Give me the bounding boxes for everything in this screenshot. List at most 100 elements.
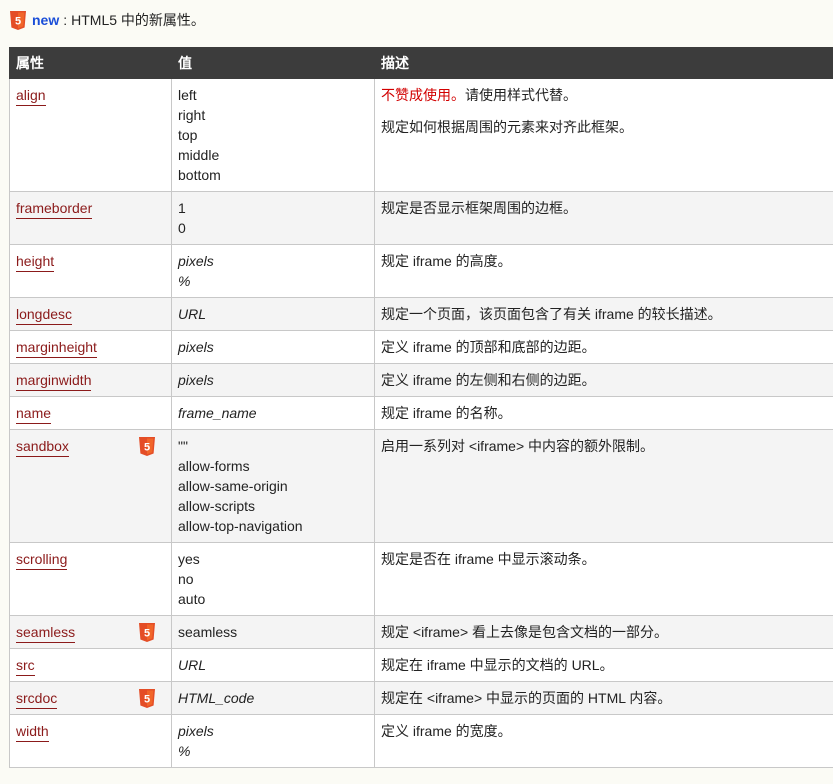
table-row: marginwidth pixels 定义 iframe 的左侧和右侧的边距。 [9,363,833,397]
svg-text:5: 5 [144,694,150,706]
deprecated-warning: 不赞成使用。 [381,87,465,103]
attribute-link-align[interactable]: align [16,87,46,106]
description-text: 规定是否显示框架周围的边框。 [381,200,577,216]
description-text: 规定一个页面，该页面包含了有关 iframe 的较长描述。 [381,306,722,322]
description-cell: 定义 iframe 的宽度。 [374,714,833,768]
description-cell: 不赞成使用。请使用样式代替。规定如何根据周围的元素来对齐此框架。 [374,78,833,192]
attribute-link-srcdoc[interactable]: srcdoc [16,690,58,709]
value-cell: 10 [171,191,375,245]
description-text-secondary: 规定如何根据周围的元素来对齐此框架。 [381,119,633,135]
value-item: pixels [178,372,214,388]
value-item: % [178,273,191,289]
attribute-cell: scrolling [9,542,172,616]
legend-text: HTML5 中的新属性。 [71,12,205,28]
table-header-row: 属性 值 描述 [9,47,833,79]
value-cell: pixels [171,330,375,364]
value-item: no [178,571,194,587]
attribute-link-src[interactable]: src [16,657,35,676]
table-row: scrolling yes no auto 规定是否在 iframe 中显示滚动条。 [9,542,833,616]
value-item: auto [178,591,206,607]
description-text: 定义 iframe 的左侧和右侧的边距。 [381,372,596,388]
attribute-cell: frameborder [9,191,172,245]
value-cell: URL [171,648,375,682]
attribute-link-width[interactable]: width [16,723,49,742]
attribute-link-scrolling[interactable]: scrolling [16,551,68,570]
value-item: top [178,127,198,143]
new-label: new [32,12,60,28]
header-description: 描述 [374,47,833,79]
table-row: src URL 规定在 iframe 中显示的文档的 URL。 [9,648,833,682]
value-item: pixels [178,253,214,269]
svg-text:5: 5 [144,628,150,640]
attribute-link-frameborder[interactable]: frameborder [16,200,93,219]
description-text: 不赞成使用。请使用样式代替。 [381,85,827,105]
html5-icon: 5 [10,10,26,30]
description-text: 规定在 <iframe> 中显示的页面的 HTML 内容。 [381,690,672,706]
attribute-link-marginwidth[interactable]: marginwidth [16,372,92,391]
html5-icon: 5 [139,689,155,708]
description-cell: 定义 iframe 的左侧和右侧的边距。 [374,363,833,397]
value-item: yes [178,551,200,567]
value-item: pixels [178,723,214,739]
description-text: 启用一系列对 <iframe> 中内容的额外限制。 [381,438,655,454]
attribute-cell: marginwidth [9,363,172,397]
description-cell: 规定在 iframe 中显示的文档的 URL。 [374,648,833,682]
attribute-link-seamless[interactable]: seamless [16,624,76,643]
description-text: 规定 iframe 的高度。 [381,253,512,269]
value-item: allow-same-origin [178,478,288,494]
table-row: seamless 5 seamless 规定 <iframe> 看上去像是包含文档的一… [9,615,833,649]
attribute-link-height[interactable]: height [16,253,55,272]
value-cell: pixels [171,363,375,397]
html5-icon: 5 [139,437,155,456]
description-text: 规定 iframe 的名称。 [381,405,512,421]
value-cell: yes no auto [171,542,375,616]
value-cell: seamless [171,615,375,649]
description-cell: 规定是否显示框架周围的边框。 [374,191,833,245]
attribute-link-marginheight[interactable]: marginheight [16,339,97,358]
description-text: 规定在 iframe 中显示的文档的 URL。 [381,657,614,673]
value-item: bottom [178,167,221,183]
description-cell: 规定在 <iframe> 中显示的页面的 HTML 内容。 [374,681,833,715]
value-item: right [178,107,206,123]
description-text: 定义 iframe 的顶部和底部的边距。 [381,339,596,355]
attribute-cell: align [9,78,172,192]
table-row: srcdoc 5 HTML_code 规定在 <iframe> 中显示的页面的 HTM… [9,681,833,715]
table-row: width pixels% 定义 iframe 的宽度。 [9,714,833,768]
html5-icon: 5 [139,623,155,642]
value-item: URL [178,657,207,673]
html5-legend: 5 new : HTML5 中的新属性。 [10,9,205,31]
description-cell: 启用一系列对 <iframe> 中内容的额外限制。 [374,429,833,543]
description-cell: 规定 iframe 的名称。 [374,396,833,430]
table-row: name frame_name 规定 iframe 的名称。 [9,396,833,430]
description-cell: 规定一个页面，该页面包含了有关 iframe 的较长描述。 [374,297,833,331]
iframe-attributes-table: 属性 值 描述 align left right top middle bottom 不赞成… [9,47,833,768]
description-cell: 规定是否在 iframe 中显示滚动条。 [374,542,833,616]
svg-text:5: 5 [15,15,21,27]
attribute-link-name[interactable]: name [16,405,52,424]
table-body: align left right top middle bottom 不赞成使用。请使用样式… [9,78,833,768]
value-item: allow-scripts [178,498,256,514]
value-item: URL [178,306,207,322]
table-row: longdesc URL 规定一个页面，该页面包含了有关 iframe 的较长描述。 [9,297,833,331]
deprecated-note: 请使用样式代替。 [465,87,577,103]
value-cell: left right top middle bottom [171,78,375,192]
description-text: 规定 <iframe> 看上去像是包含文档的一部分。 [381,624,669,640]
attribute-cell: src [9,648,172,682]
svg-text:5: 5 [144,442,150,454]
value-cell: URL [171,297,375,331]
attribute-link-sandbox[interactable]: sandbox [16,438,69,457]
value-item: pixels [178,339,214,355]
description-cell: 规定 <iframe> 看上去像是包含文档的一部分。 [374,615,833,649]
table-row: align left right top middle bottom 不赞成使用。请使用样式… [9,78,833,192]
value-item: allow-forms [178,458,250,474]
value-item: HTML_code [178,690,255,706]
value-item: 0 [178,220,186,236]
description-text: 定义 iframe 的宽度。 [381,723,512,739]
value-item: frame_name [178,405,257,421]
table-row: height pixels% 规定 iframe 的高度。 [9,244,833,298]
attribute-link-longdesc[interactable]: longdesc [16,306,73,325]
attribute-cell: name [9,396,172,430]
legend-separator: : [63,12,68,28]
header-attribute: 属性 [9,47,172,79]
attribute-cell: sandbox 5 [9,429,172,543]
